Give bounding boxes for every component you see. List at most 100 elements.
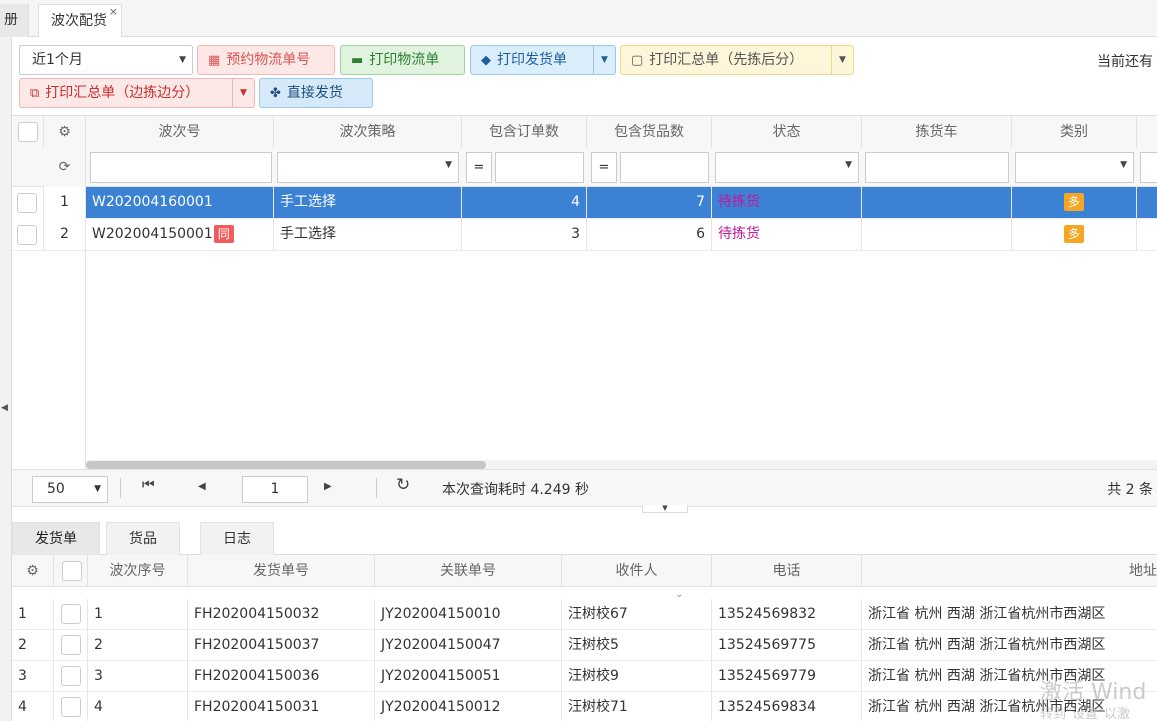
header-phone[interactable]: 电话 (712, 555, 862, 587)
header-type[interactable]: 类别 (1012, 116, 1137, 148)
direct-ship-button[interactable]: ✤ 直接发货 (259, 78, 373, 108)
tab-wave-allocation-label: 波次配货 (51, 13, 107, 29)
table-row[interactable]: 3 3 FH202004150036 JY202004150051 汪树校9 1… (12, 661, 1157, 692)
book-logistics-label: 预约物流单号 (226, 52, 311, 68)
table-row[interactable]: 2 2 FH202004150037 JY202004150047 汪树校5 1… (12, 630, 1157, 661)
filter-type-select[interactable]: ▼ (1015, 152, 1134, 183)
delivery-no-cell[interactable]: FH202004150036 (188, 661, 375, 692)
row-checkbox[interactable] (61, 604, 81, 624)
select-all-cell (12, 116, 44, 148)
table-row[interactable]: 1 1 FH202004150032 JY202004150010 汪树校67 … (12, 599, 1157, 630)
cart-cell (862, 187, 1012, 219)
row-number: 1 (12, 599, 54, 630)
truck-icon: ▬ (351, 53, 364, 68)
phone-cell: 13524569775 (712, 630, 862, 661)
print-summary-pick-first-dropdown-icon[interactable]: ▼ (831, 46, 853, 74)
header-picking-cart[interactable]: 拣货车 (862, 116, 1012, 148)
delivery-no-cell[interactable]: FH202004150032 (188, 599, 375, 630)
filter-goods-operator[interactable]: = (591, 152, 617, 183)
settings-icon[interactable]: ⚙ (44, 116, 86, 148)
header-goods-count[interactable]: 包含货品数 (587, 116, 712, 148)
table-row[interactable]: 4 4 FH202004150031 JY202004150012 汪树校71 … (12, 692, 1157, 721)
wave-no-cell[interactable]: W202004150001 同 (86, 219, 274, 251)
first-page-icon[interactable]: ⏮ (142, 477, 155, 493)
tab-delivery-orders[interactable]: 发货单 (12, 522, 100, 555)
filter-status-select[interactable]: ▼ (715, 152, 859, 183)
select-all-checkbox[interactable] (18, 122, 38, 142)
print-logistics-button[interactable]: ▬ 打印物流单 (340, 45, 465, 75)
detail-tabs: 发货单 货品 日志 (12, 522, 1157, 555)
header-delivery-no[interactable]: 发货单号 (188, 555, 375, 587)
recipient-cell: 汪树校71 (562, 692, 712, 721)
print-delivery-button[interactable]: ◆ 打印发货单 ▼ (470, 45, 616, 75)
book-logistics-button[interactable]: ▦ 预约物流单号 (197, 45, 335, 75)
chevron-down-icon: ▼ (845, 160, 852, 170)
collapse-left-icon[interactable]: ◀ (1, 403, 8, 413)
delivery-no-cell[interactable]: FH202004150037 (188, 630, 375, 661)
header-recipient[interactable]: 收件人 (562, 555, 712, 587)
type-badge: 多 (1064, 225, 1084, 243)
row-number: 1 (44, 187, 86, 219)
table-row[interactable]: 1 W202004160001 手工选择 4 7 待拣货 多 (12, 187, 1157, 219)
detail-settings-icon[interactable]: ⚙ (12, 555, 54, 587)
period-select-value: 近1个月 (32, 52, 83, 68)
row-checkbox[interactable] (17, 225, 37, 245)
wave-no-text: W202004150001 (92, 226, 213, 242)
toolbar: 近1个月 ▼ ▦ 预约物流单号 ▬ 打印物流单 ◆ 打印发货单 ▼ ▢ 打印汇总单（先拣… (12, 37, 1157, 115)
prev-page-icon[interactable]: ◀ (198, 481, 206, 492)
print-summary-pick-first-button[interactable]: ▢ 打印汇总单（先拣后分） ▼ (620, 45, 854, 75)
wave-seq-cell: 2 (88, 630, 188, 661)
tab-goods[interactable]: 货品 (106, 522, 180, 555)
same-badge: 同 (213, 225, 234, 243)
page-size-select[interactable]: 50 ▼ (32, 476, 108, 503)
reload-icon[interactable]: ↻ (396, 475, 410, 495)
tab-previous[interactable]: 册 (0, 4, 29, 37)
left-collapse-bar[interactable]: ◀ (0, 37, 12, 721)
remaining-text: 当前还有 (1097, 54, 1153, 70)
next-page-icon[interactable]: ▶ (324, 481, 332, 492)
delivery-no-cell[interactable]: FH202004150031 (188, 692, 375, 721)
header-address[interactable]: 地址 (862, 555, 1157, 587)
panel-splitter[interactable]: ▼ (642, 505, 688, 513)
header-status[interactable]: 状态 (712, 116, 862, 148)
tab-wave-allocation[interactable]: 波次配货 × (38, 4, 122, 38)
filter-overflow-input[interactable] (1140, 152, 1157, 183)
row-checkbox[interactable] (17, 193, 37, 213)
print-summary-pick-first-label: 打印汇总单（先拣后分） (649, 52, 804, 68)
tab-logs[interactable]: 日志 (200, 522, 274, 555)
order-count-cell: 4 (462, 187, 587, 219)
wave-no-cell[interactable]: W202004160001 (86, 187, 274, 219)
grid-filter-row: ⟳ ▼ = = ▼ ▼ (12, 148, 1157, 187)
period-select[interactable]: 近1个月 ▼ (19, 45, 193, 75)
refresh-icon[interactable]: ⟳ (44, 148, 86, 187)
page-number-input[interactable]: 1 (242, 476, 308, 503)
header-ref-no[interactable]: 关联单号 (375, 555, 562, 587)
header-wave-no[interactable]: 波次号 (86, 116, 274, 148)
filter-goods-count-input[interactable] (620, 152, 709, 183)
print-summary-pick-sort-label: 打印汇总单（边拣边分） (45, 85, 200, 101)
header-strategy[interactable]: 波次策略 (274, 116, 462, 148)
print-delivery-dropdown-icon[interactable]: ▼ (593, 46, 615, 74)
table-row[interactable]: 2 W202004150001 同 手工选择 3 6 待拣货 多 (12, 219, 1157, 251)
filter-cart-input[interactable] (865, 152, 1009, 183)
row-checkbox[interactable] (61, 635, 81, 655)
row-checkbox[interactable] (61, 697, 81, 717)
filter-strategy-select[interactable]: ▼ (277, 152, 459, 183)
row-select-cell (12, 187, 44, 219)
filter-order-count-input[interactable] (495, 152, 584, 183)
detail-select-all-checkbox[interactable] (62, 561, 82, 581)
scrollbar-thumb[interactable] (86, 461, 486, 469)
filter-wave-no-input[interactable] (90, 152, 272, 183)
header-wave-seq[interactable]: 波次序号 (88, 555, 188, 587)
print-summary-pick-sort-button[interactable]: ⧉ 打印汇总单（边拣边分） ▼ (19, 78, 255, 108)
tab-previous-label: 册 (4, 12, 18, 28)
activation-watermark-sub: 转到"设置"以激 (1040, 707, 1130, 721)
address-cell: 浙江省 杭州 西湖 浙江省杭州市西湖区 (868, 606, 1106, 622)
filter-order-operator[interactable]: = (466, 152, 492, 183)
close-icon[interactable]: × (109, 0, 118, 28)
chevron-down-icon: ▼ (445, 160, 452, 170)
print-summary-pick-sort-dropdown-icon[interactable]: ▼ (232, 79, 254, 107)
header-order-count[interactable]: 包含订单数 (462, 116, 587, 148)
chevron-down-icon: ▼ (94, 484, 101, 494)
row-checkbox[interactable] (61, 666, 81, 686)
